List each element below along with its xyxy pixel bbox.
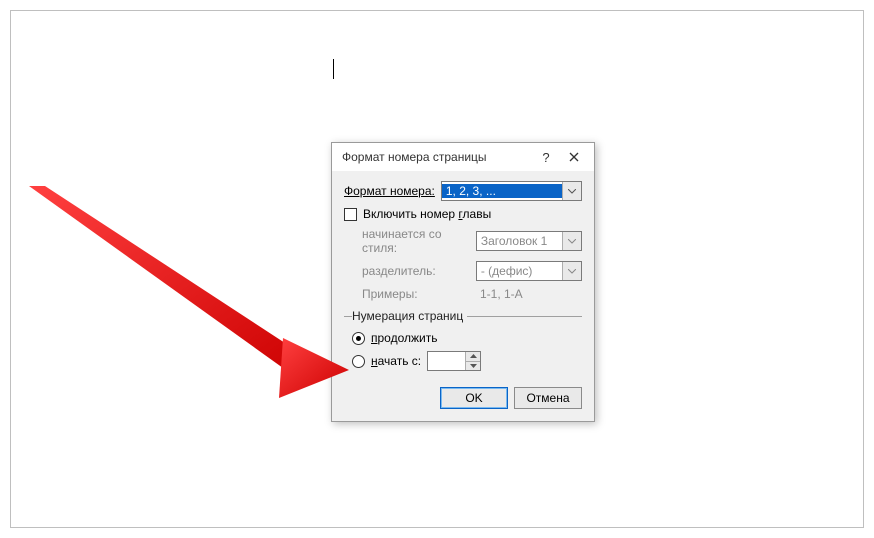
continue-radio[interactable] — [352, 332, 365, 345]
separator-row: разделитель: - (дефис) — [344, 261, 582, 281]
close-button[interactable] — [560, 146, 588, 168]
dialog-titlebar[interactable]: Формат номера страницы ? — [332, 143, 594, 171]
chevron-down-icon — [562, 182, 581, 200]
spinner-down[interactable] — [466, 362, 480, 371]
start-at-spinner[interactable] — [427, 351, 481, 371]
document-canvas: Формат номера страницы ? Формат номера: … — [10, 10, 864, 528]
number-format-dropdown[interactable]: 1, 2, 3, ... — [441, 181, 582, 201]
chevron-down-icon — [562, 232, 581, 250]
start-at-radio-row[interactable]: начать с: — [352, 351, 582, 371]
starts-with-style-label: начинается со стиля: — [362, 227, 476, 255]
start-at-input[interactable] — [428, 352, 465, 370]
include-chapter-label: Включить номер главы — [363, 207, 491, 221]
dialog-body: Формат номера: 1, 2, 3, ... Включить ном… — [332, 171, 594, 421]
continue-label: продолжить — [371, 331, 437, 345]
start-at-radio[interactable] — [352, 355, 365, 368]
text-caret — [333, 59, 334, 79]
page-number-format-dialog: Формат номера страницы ? Формат номера: … — [331, 142, 595, 422]
help-icon: ? — [542, 150, 549, 165]
close-icon — [569, 152, 579, 162]
page-numbering-legend: Нумерация страниц — [352, 309, 467, 323]
number-format-label: Формат номера: — [344, 184, 435, 198]
number-format-value: 1, 2, 3, ... — [442, 184, 562, 198]
ok-button[interactable]: OK — [440, 387, 508, 409]
spinner-buttons — [465, 352, 480, 370]
examples-label: Примеры: — [362, 287, 480, 301]
examples-row: Примеры: 1-1, 1-A — [344, 287, 582, 301]
cancel-button[interactable]: Отмена — [514, 387, 582, 409]
help-button[interactable]: ? — [532, 146, 560, 168]
annotation-arrow — [21, 186, 356, 406]
spinner-up[interactable] — [466, 352, 480, 362]
dialog-title: Формат номера страницы — [342, 150, 532, 164]
separator-value: - (дефис) — [477, 264, 562, 278]
starts-with-style-value: Заголовок 1 — [477, 234, 562, 248]
dialog-buttons: OK Отмена — [344, 387, 582, 409]
include-chapter-row[interactable]: Включить номер главы — [344, 207, 582, 221]
starts-with-style-row: начинается со стиля: Заголовок 1 — [344, 227, 582, 255]
separator-label: разделитель: — [362, 264, 476, 278]
include-chapter-checkbox[interactable] — [344, 208, 357, 221]
number-format-row: Формат номера: 1, 2, 3, ... — [344, 181, 582, 201]
page-numbering-group: Нумерация страниц продолжить начать с: — [344, 309, 582, 377]
start-at-label: начать с: — [371, 354, 421, 368]
starts-with-style-dropdown[interactable]: Заголовок 1 — [476, 231, 582, 251]
chevron-down-icon — [562, 262, 581, 280]
continue-radio-row[interactable]: продолжить — [352, 331, 582, 345]
examples-value: 1-1, 1-A — [480, 287, 523, 301]
separator-dropdown[interactable]: - (дефис) — [476, 261, 582, 281]
